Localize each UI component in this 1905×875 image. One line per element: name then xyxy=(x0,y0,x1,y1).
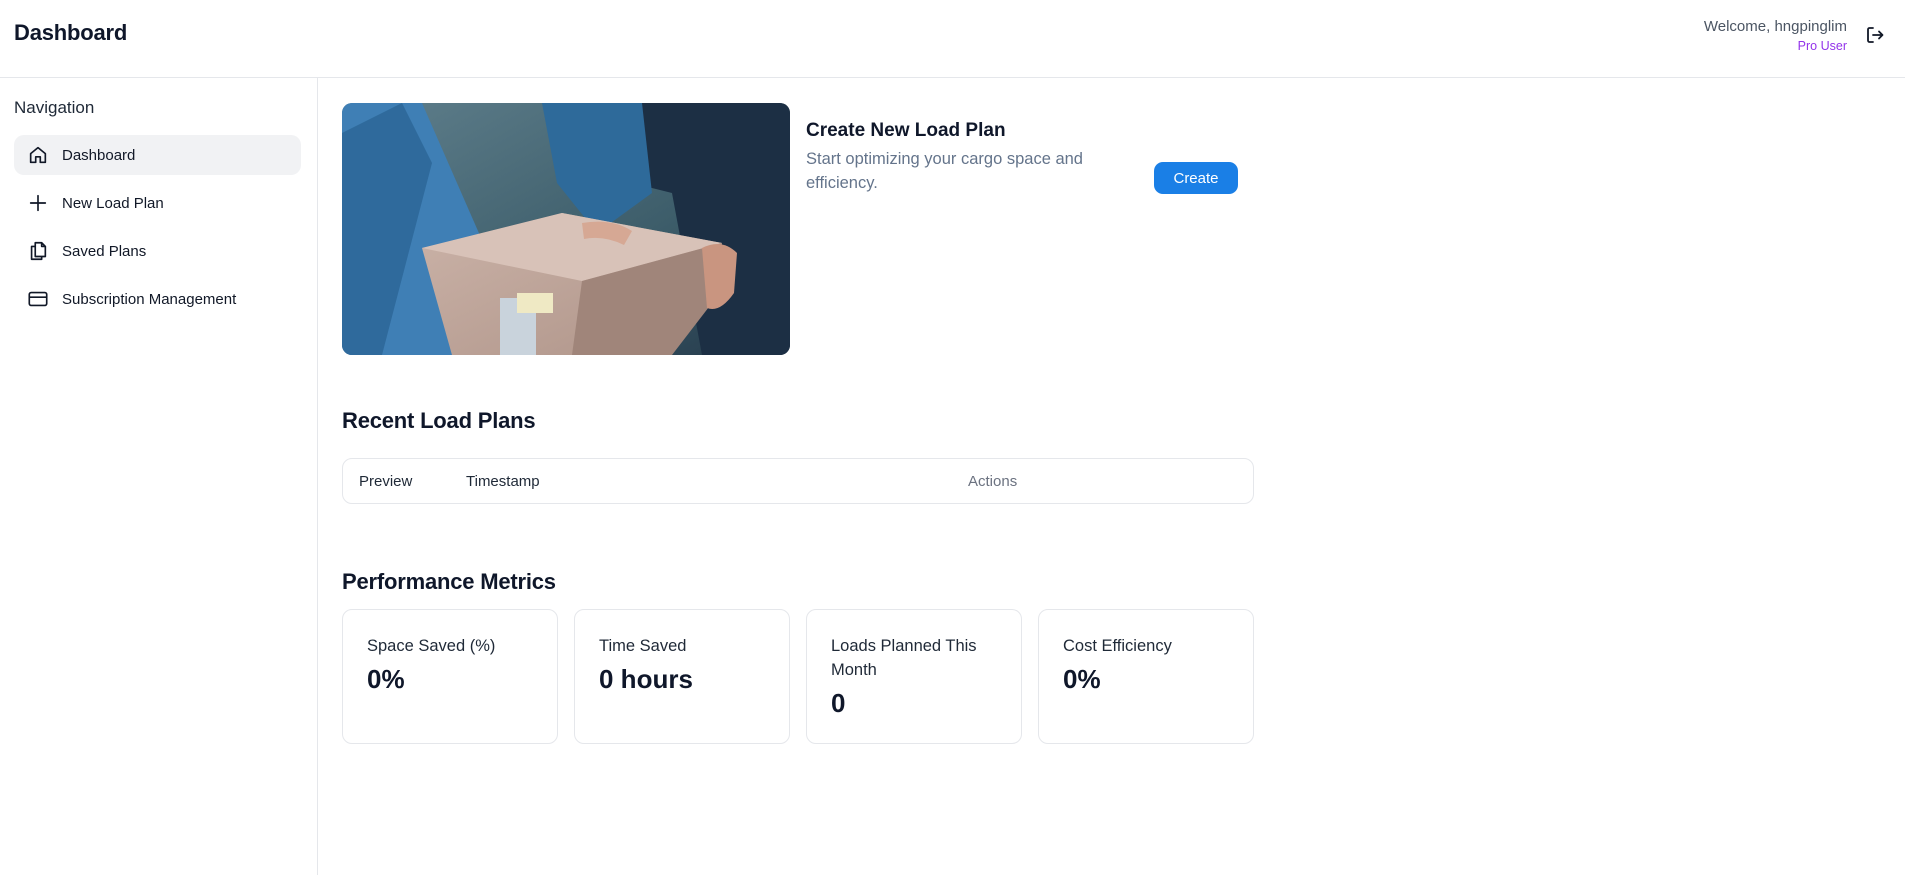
performance-metrics-title: Performance Metrics xyxy=(342,569,556,594)
metric-card-time-saved: Time Saved 0 hours xyxy=(574,609,790,744)
user-info: Welcome, hngpinglim Pro User xyxy=(1704,18,1847,53)
hero-image xyxy=(342,103,790,355)
sidebar-item-label: New Load Plan xyxy=(62,194,164,212)
metric-card-cost-efficiency: Cost Efficiency 0% xyxy=(1038,609,1254,744)
plus-icon xyxy=(26,191,50,215)
column-header-actions: Actions xyxy=(968,473,1018,490)
sidebar-item-label: Dashboard xyxy=(62,146,136,164)
top-bar: Dashboard Welcome, hngpinglim Pro User xyxy=(0,0,1905,78)
metric-value: 0% xyxy=(367,664,405,694)
column-header-timestamp: Timestamp xyxy=(466,473,540,490)
sidebar-item-saved-plans[interactable]: Saved Plans xyxy=(14,231,301,271)
sidebar-item-new-load-plan[interactable]: New Load Plan xyxy=(14,183,301,223)
metric-label: Space Saved (%) xyxy=(367,637,496,655)
page-title: Dashboard xyxy=(14,20,128,45)
sidebar-item-subscription-management[interactable]: Subscription Management xyxy=(14,279,301,319)
logout-button[interactable] xyxy=(1863,23,1887,47)
credit-card-icon xyxy=(26,287,50,311)
recent-load-plans-table: Preview Timestamp Actions xyxy=(342,458,1254,504)
copy-icon xyxy=(26,239,50,263)
create-button[interactable]: Create xyxy=(1154,162,1238,194)
column-header-preview: Preview xyxy=(359,473,413,490)
nav-heading: Navigation xyxy=(14,98,95,117)
logout-icon xyxy=(1867,27,1884,43)
metric-value: 0 hours xyxy=(599,664,693,694)
sidebar-item-label: Subscription Management xyxy=(62,290,237,308)
recent-load-plans-title: Recent Load Plans xyxy=(342,408,536,433)
sidebar-item-label: Saved Plans xyxy=(62,242,147,260)
create-card-description: Start optimizing your cargo space and ef… xyxy=(806,150,1083,192)
welcome-text: Welcome, hngpinglim xyxy=(1703,18,1847,35)
metric-label: Loads Planned This Month xyxy=(831,637,977,679)
nav-list: Dashboard New Load Plan Saved Plans Subs… xyxy=(14,135,301,327)
metric-value: 0% xyxy=(1063,664,1101,694)
create-card-title: Create New Load Plan xyxy=(806,120,1006,141)
metric-value: 0 xyxy=(831,688,846,718)
plan-badge: Pro User xyxy=(1797,39,1847,53)
metric-label: Cost Efficiency xyxy=(1063,637,1172,655)
metric-card-loads-planned: Loads Planned This Month 0 xyxy=(806,609,1022,744)
metric-label: Time Saved xyxy=(599,637,687,655)
sidebar: Navigation Dashboard New Load Plan Saved… xyxy=(0,78,318,875)
home-icon xyxy=(26,143,50,167)
sidebar-item-dashboard[interactable]: Dashboard xyxy=(14,135,301,175)
metric-card-space-saved: Space Saved (%) 0% xyxy=(342,609,558,744)
